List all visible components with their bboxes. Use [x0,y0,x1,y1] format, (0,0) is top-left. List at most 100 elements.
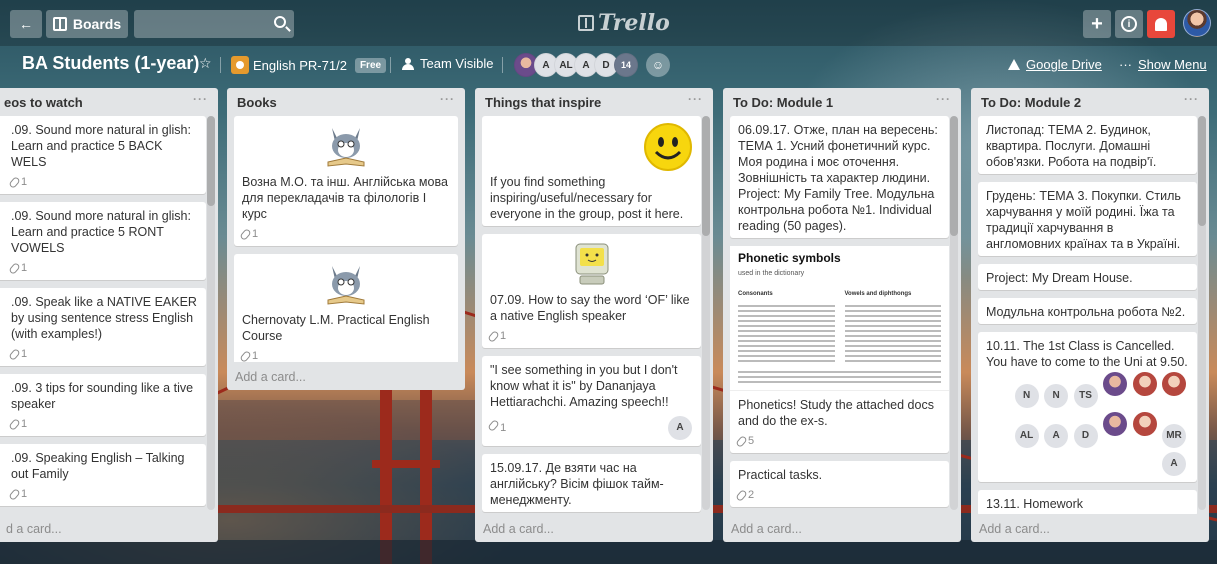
info-icon: i [1121,16,1137,32]
star-icon[interactable]: ☆ [199,55,212,72]
add-card-button[interactable]: d a card... [6,522,62,536]
list-menu-icon[interactable]: ··· [193,92,208,106]
card[interactable]: .09. 3 tips for sounding like a tive spe… [0,374,206,436]
card-member-avatar[interactable] [1103,412,1128,436]
card[interactable]: 15.09.17. Де взяти час на англійську? Ві… [482,454,701,512]
show-menu-button[interactable]: ··· Show Menu [1119,57,1207,72]
card-member-avatar[interactable] [1162,372,1186,396]
card[interactable]: Practical tasks. 2 [730,461,949,507]
board-title[interactable]: BA Students (1-year) [22,53,199,74]
list-title: To Do: Module 2 [981,95,1082,110]
add-card-button[interactable]: Add a card... [979,522,1050,536]
card[interactable]: If you find something inspiring/useful/n… [482,116,701,226]
scrollbar-thumb[interactable] [950,116,958,236]
member-count-badge[interactable]: 14 [614,53,638,77]
top-header-bar: ← Boards Trello + i [0,0,1217,46]
card-member-avatar[interactable]: A [1044,424,1069,448]
list-videos-to-watch: eos to watch ··· .09. Sound more natural… [0,88,218,542]
boards-button[interactable]: Boards [46,10,128,38]
card-member-avatar[interactable]: D [1073,424,1098,448]
card-badges: 2 [735,487,941,503]
attachment-icon [487,329,500,343]
scrollbar-thumb[interactable] [1198,116,1206,226]
list-menu-icon[interactable]: ··· [936,92,951,106]
card[interactable]: Грудень: ТЕМА 3. Покупки. Стиль харчуван… [978,182,1197,256]
card[interactable]: Project: My Dream House. [978,264,1197,290]
visibility-button[interactable]: Team Visible [402,56,493,71]
list-scrollbar[interactable] [207,116,215,510]
card-title: 13.11. Homework [986,497,1084,511]
card-member-avatar[interactable]: MR [1162,424,1186,448]
attachment-count: 1 [500,330,507,342]
team-visibility-icon [402,57,414,70]
card[interactable]: Модульна контрольна робота №2. [978,298,1197,324]
card-member-avatar[interactable]: N [1014,384,1039,408]
search-input[interactable] [134,10,294,38]
add-card-button[interactable]: Add a card... [483,522,554,536]
card[interactable]: 06.09.17. Отже, план на вересень: ТЕМА 1… [730,116,949,238]
list-header[interactable]: To Do: Module 1 ··· [723,88,961,116]
list-scrollbar[interactable] [950,116,958,510]
card-title: 07.09. How to say the word ‘OF’ like a n… [490,293,690,323]
trello-logo-text: Trello [598,10,670,36]
scrollbar-thumb[interactable] [702,116,710,236]
info-button[interactable]: i [1115,10,1143,38]
card-title: Practical tasks. [738,468,823,482]
card[interactable]: Chernovaty L.M. Practical English Course… [234,254,458,362]
invite-member-button[interactable]: ☺ [646,53,670,77]
card[interactable]: Вознa М.О. та інш. Англійська мова для п… [234,116,458,246]
card[interactable]: 10.11. The 1st Class is Cancelled. You h… [978,332,1197,482]
card-member-avatar[interactable]: N [1044,384,1069,408]
card-member-avatar[interactable]: A [668,416,692,440]
card-title: .09. Speak like a NATIVE EAKER by using … [11,295,197,341]
header-divider [502,57,503,73]
card-member-avatar[interactable] [1132,412,1157,436]
doc-preview-title: Phonetic symbols [738,251,841,265]
add-card-button[interactable]: Add a card... [235,370,306,384]
google-drive-link[interactable]: Google Drive [1008,57,1102,72]
card[interactable]: 07.09. How to say the word ‘OF’ like a n… [482,234,701,348]
card[interactable]: .09. Speak like a NATIVE EAKER by using … [0,288,206,366]
list-menu-icon[interactable]: ··· [440,92,455,106]
list-scrollbar[interactable] [702,116,710,510]
back-button[interactable]: ← [10,10,42,38]
doc-preview-subtitle: used in the dictionary [738,270,805,277]
card-member-avatar[interactable] [1132,372,1157,396]
google-drive-icon [1008,59,1020,70]
card-title: Грудень: ТЕМА 3. Покупки. Стиль харчуван… [986,189,1181,251]
card[interactable]: Листопад: ТЕМА 2. Будинок, квартира. Пос… [978,116,1197,174]
card[interactable]: .09. Sound more natural in glish: Learn … [0,202,206,280]
free-badge: Free [354,57,387,73]
list-scrollbar[interactable] [1198,116,1206,510]
list-header[interactable]: eos to watch ··· [0,88,218,116]
attachment-count: 1 [21,418,28,430]
card-member-avatar[interactable]: A [1162,452,1186,476]
notifications-button[interactable] [1147,10,1175,38]
list-menu-icon[interactable]: ··· [1184,92,1199,106]
card[interactable]: .09. Speaking English – Talking out Fami… [0,444,206,506]
board-team[interactable]: English PR-71/2 Free [231,56,387,74]
card[interactable]: 13.11. Homework [978,490,1197,514]
card[interactable]: .09. Sound more natural in glish: Learn … [0,116,206,194]
list-header[interactable]: Things that inspire ··· [475,88,713,116]
card-badges: 1 [239,348,450,362]
card-badges: 1 [8,416,198,432]
list-menu-icon[interactable]: ··· [688,92,703,106]
card-badges: 1 [8,346,198,362]
card-member-avatar[interactable] [1103,372,1128,396]
add-person-icon: ☺ [651,58,665,72]
card-member-avatar[interactable]: AL [1014,424,1039,448]
add-card-button[interactable]: Add a card... [731,522,802,536]
card[interactable]: Phonetic symbols used in the dictionary … [730,246,949,453]
card[interactable]: "I see something in you but I don't know… [482,356,701,446]
list-header[interactable]: Books ··· [227,88,465,116]
scrollbar-thumb[interactable] [207,116,215,206]
trello-logo[interactable]: Trello [578,10,670,36]
search-icon[interactable] [274,16,286,28]
list-header[interactable]: To Do: Module 2 ··· [971,88,1209,116]
card-member-avatar[interactable]: TS [1073,384,1098,408]
create-button[interactable]: + [1083,10,1111,38]
back-arrow-icon: ← [19,16,33,32]
list-cards: .09. Sound more natural in glish: Learn … [0,116,206,514]
user-avatar[interactable] [1183,9,1211,37]
